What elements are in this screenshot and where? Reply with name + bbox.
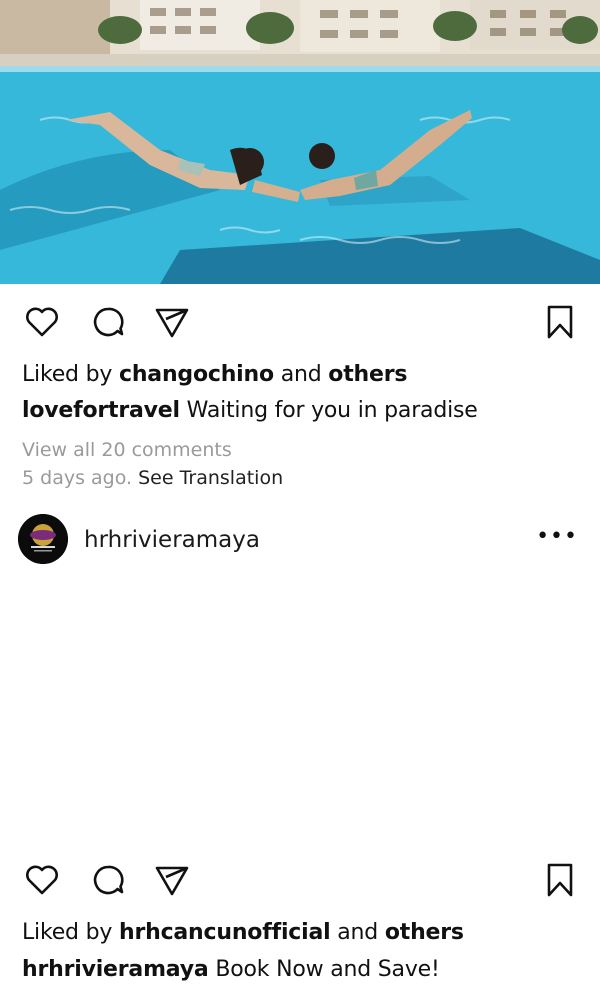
post-time-ago: 5 days ago. <box>22 467 133 489</box>
caption-username-link[interactable]: hrhrivieramaya <box>22 957 209 982</box>
bookmark-icon[interactable] <box>538 858 582 902</box>
liked-by-prefix: Liked by <box>22 362 113 387</box>
pool-photo <box>0 0 600 284</box>
see-translation-link[interactable]: See Translation <box>138 467 283 489</box>
post1-caption: lovefortravel Waiting for you in paradis… <box>22 398 478 423</box>
liked-by-others-link[interactable]: others <box>328 362 407 387</box>
heart-icon[interactable] <box>20 858 64 902</box>
comment-icon[interactable] <box>86 858 130 902</box>
caption-text: Waiting for you in paradise <box>186 398 478 423</box>
more-options-icon[interactable]: ••• <box>536 524 578 549</box>
post2-caption: hrhrivieramaya Book Now and Save! <box>22 957 440 982</box>
view-all-comments-link[interactable]: View all 20 comments <box>22 439 232 461</box>
liked-by-and: and <box>280 362 322 387</box>
avatar[interactable] <box>18 514 68 564</box>
post2-image[interactable] <box>0 576 600 852</box>
comment-icon[interactable] <box>86 300 130 344</box>
send-icon[interactable] <box>150 300 194 344</box>
liked-by-prefix: Liked by <box>22 920 113 945</box>
caption-text: Book Now and Save! <box>215 957 440 982</box>
post1-liked-by: Liked by changochino and others <box>22 362 407 387</box>
post1-action-row <box>0 300 600 344</box>
post2-liked-by: Liked by hrhcancunofficial and others <box>22 920 464 945</box>
liked-by-others-link[interactable]: others <box>385 920 464 945</box>
liked-by-user-link[interactable]: hrhcancunofficial <box>119 920 331 945</box>
bookmark-icon[interactable] <box>538 300 582 344</box>
post2-header: hrhrivieramaya ••• <box>0 514 600 566</box>
post2-action-row <box>0 858 600 902</box>
caption-username-link[interactable]: lovefortravel <box>22 398 180 423</box>
liked-by-and: and <box>337 920 379 945</box>
hard-rock-logo-icon <box>18 514 68 564</box>
post1-time-row: 5 days ago. See Translation <box>22 467 283 489</box>
post-image[interactable] <box>0 0 600 284</box>
post2-username-link[interactable]: hrhrivieramaya <box>84 527 260 553</box>
heart-icon[interactable] <box>20 300 64 344</box>
liked-by-user-link[interactable]: changochino <box>119 362 274 387</box>
send-icon[interactable] <box>150 858 194 902</box>
